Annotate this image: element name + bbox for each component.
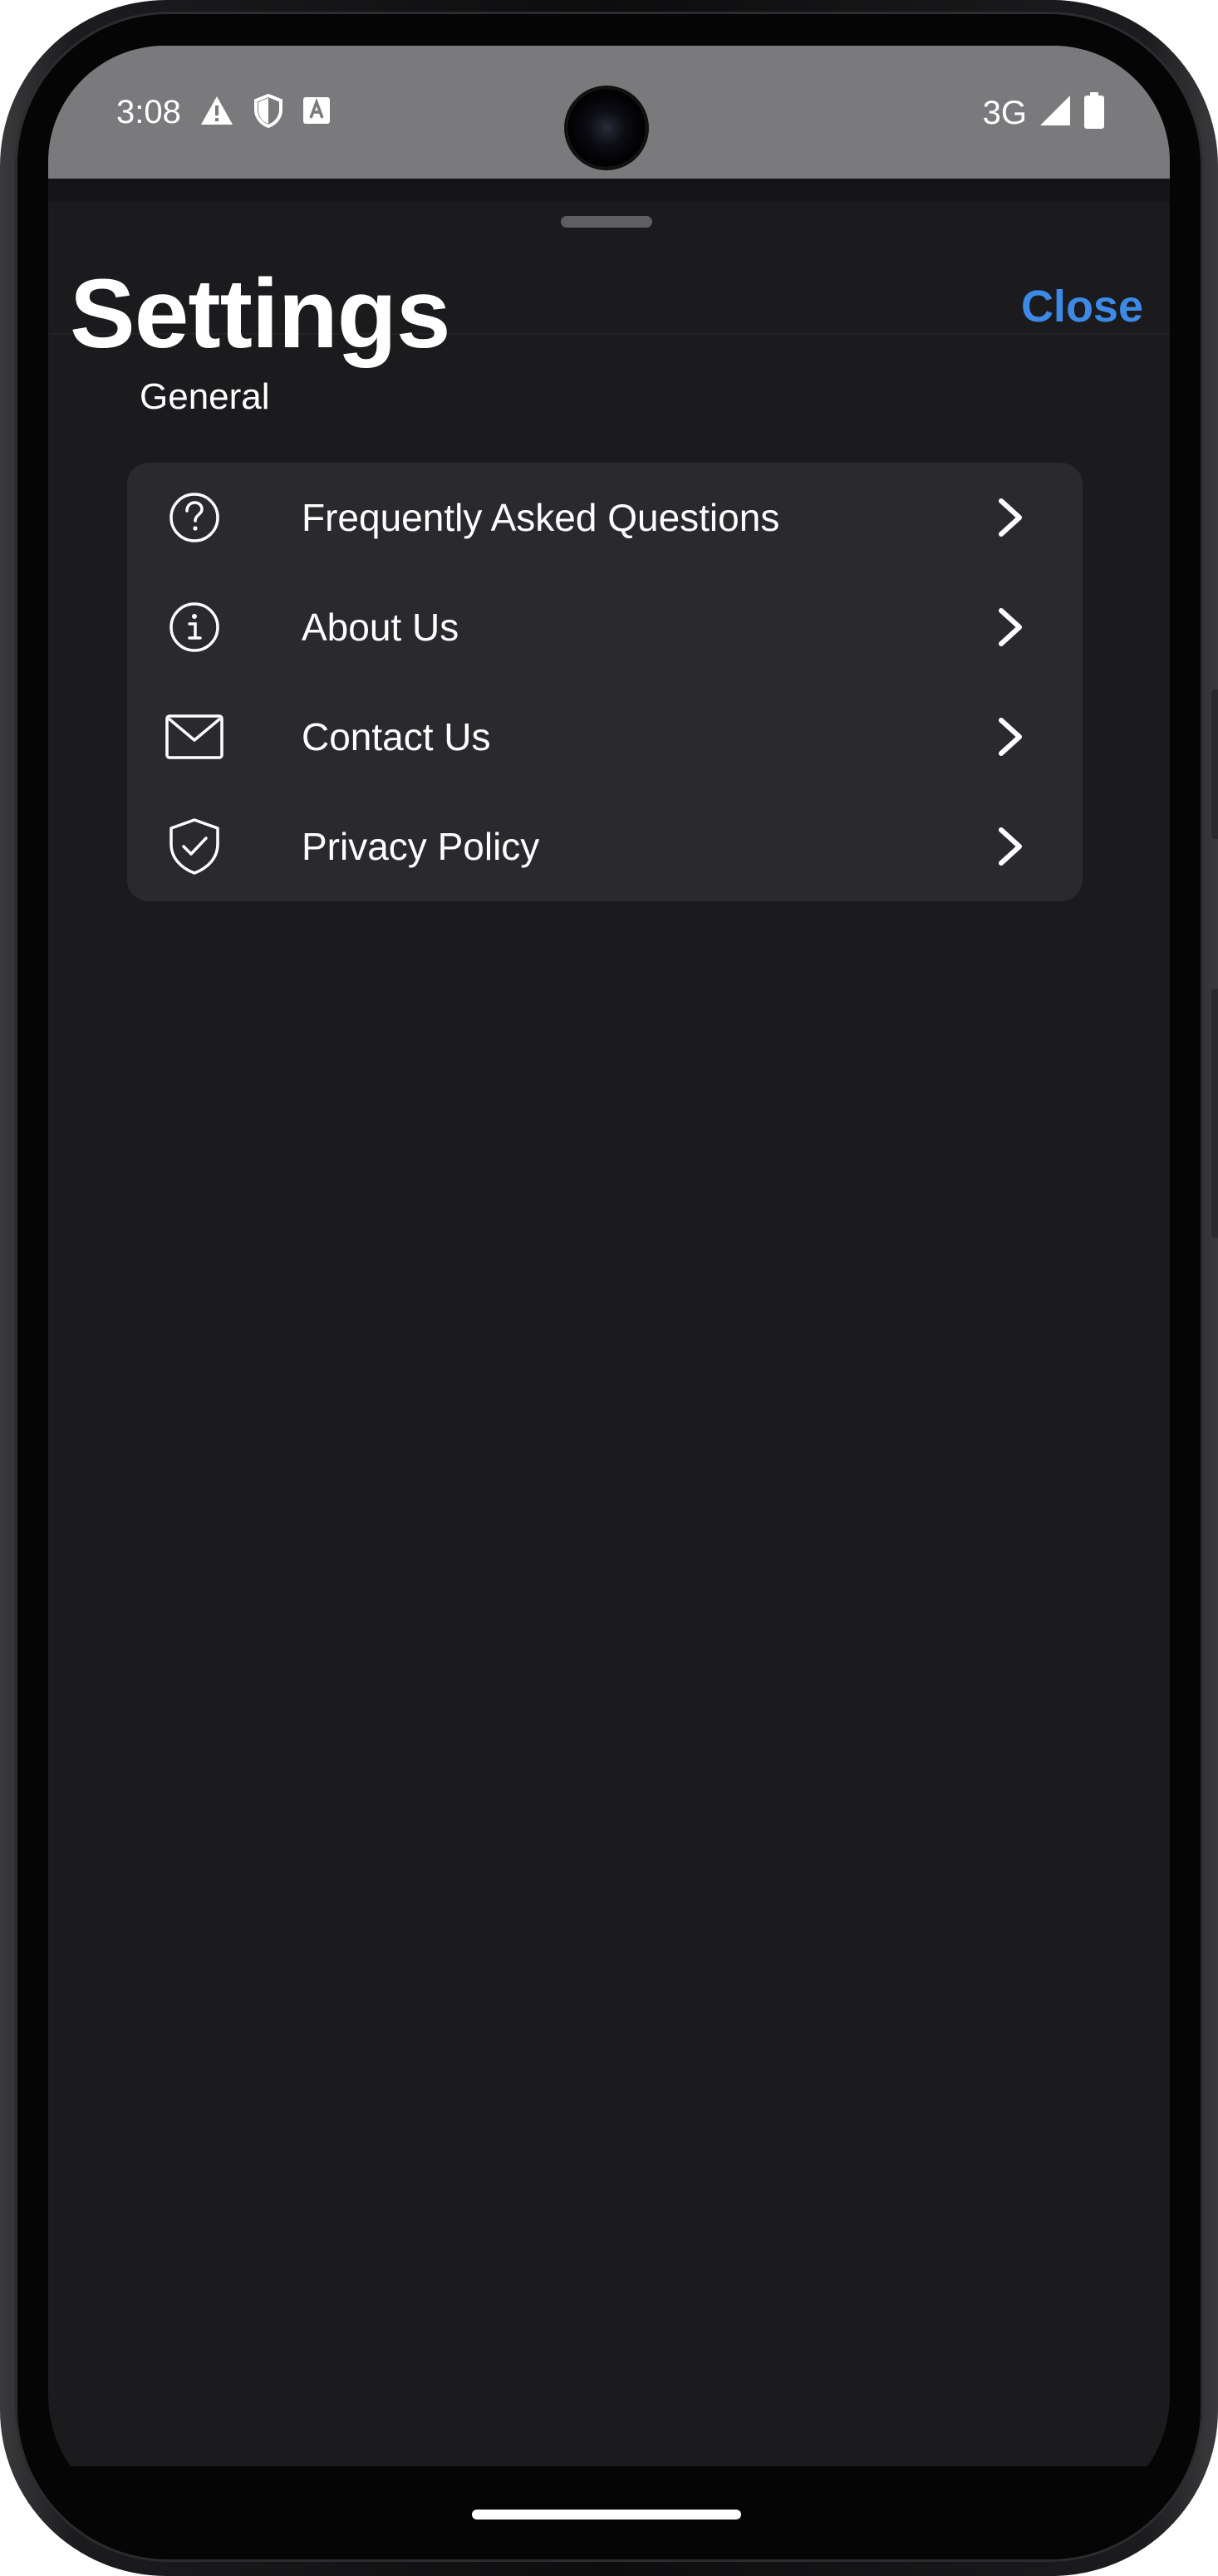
question-circle-icon xyxy=(165,488,223,547)
section-label-general: General xyxy=(140,376,270,417)
row-contact-us[interactable]: Contact Us xyxy=(127,682,1083,792)
battery-icon xyxy=(1083,92,1105,133)
navigation-bar xyxy=(48,2466,1170,2520)
row-label: Privacy Policy xyxy=(302,825,540,868)
chevron-right-icon xyxy=(990,606,1031,649)
row-label: Contact Us xyxy=(302,715,491,758)
row-label: Frequently Asked Questions xyxy=(302,496,780,539)
settings-group-general: Frequently Asked Questions About Us Cont… xyxy=(127,463,1083,901)
envelope-icon xyxy=(165,708,223,766)
home-indicator[interactable] xyxy=(472,2510,741,2520)
page-title: Settings xyxy=(70,259,450,369)
network-type: 3G xyxy=(982,94,1027,131)
sheet-top-edge xyxy=(48,179,1170,202)
row-privacy-policy[interactable]: Privacy Policy xyxy=(127,792,1083,901)
status-left: 3:08 xyxy=(116,92,331,132)
chevron-right-icon xyxy=(990,715,1031,758)
status-time: 3:08 xyxy=(116,94,181,130)
phone-frame: 3:08 3G Settings Close General Frequentl… xyxy=(0,0,1218,2576)
status-bar: 3:08 3G xyxy=(48,46,1170,179)
front-camera xyxy=(567,89,646,167)
screen: 3:08 3G Settings Close General Frequentl… xyxy=(48,46,1170,2520)
chevron-right-icon xyxy=(990,496,1031,539)
text-a-icon xyxy=(302,96,331,129)
shield-check-icon xyxy=(165,817,223,876)
shield-icon xyxy=(253,93,284,132)
row-about-us[interactable]: About Us xyxy=(127,572,1083,682)
power-button xyxy=(1211,989,1218,1238)
row-label: About Us xyxy=(302,606,459,649)
signal-icon xyxy=(1039,94,1072,131)
close-button[interactable]: Close xyxy=(1021,280,1143,333)
chevron-right-icon xyxy=(990,825,1031,868)
warning-icon xyxy=(199,94,234,131)
sheet-header: Settings Close xyxy=(48,202,1170,368)
row-faq[interactable]: Frequently Asked Questions xyxy=(127,463,1083,572)
volume-button xyxy=(1211,689,1218,839)
status-right: 3G xyxy=(983,92,1105,133)
info-circle-icon xyxy=(165,598,223,656)
